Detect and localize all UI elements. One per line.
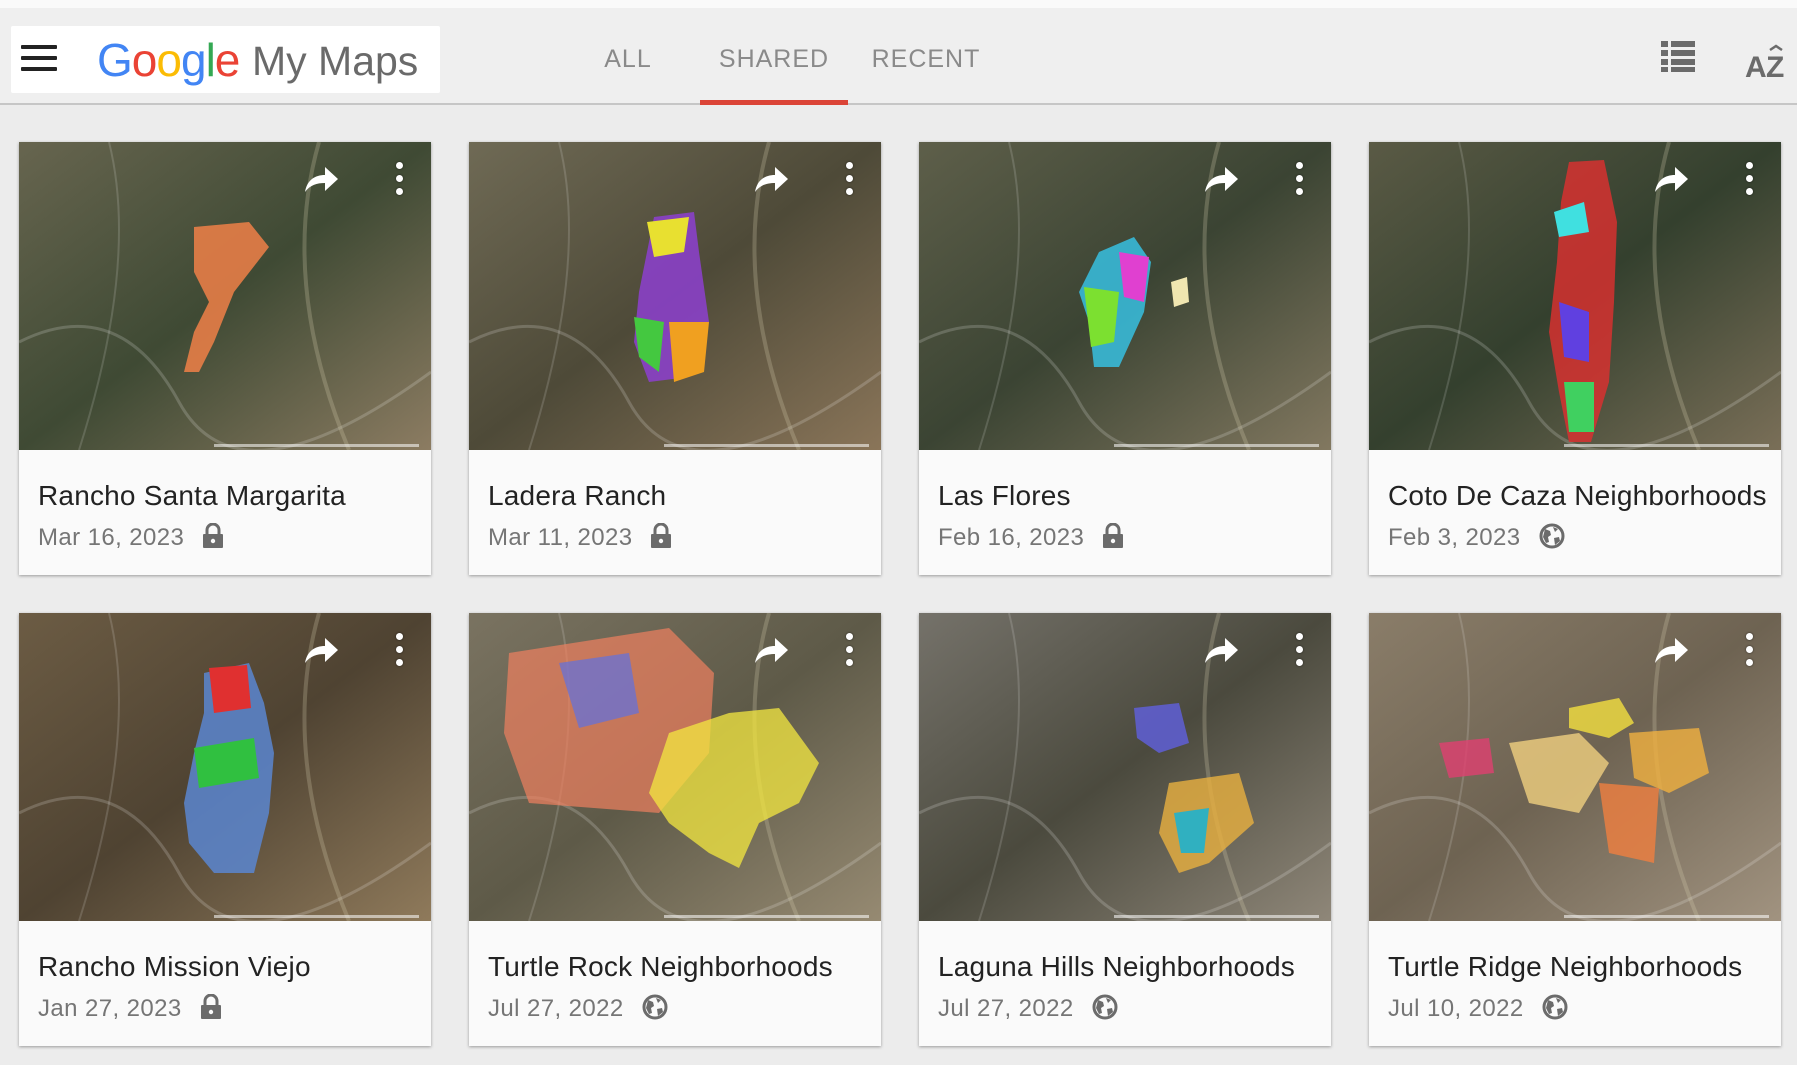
google-logo[interactable]: Google <box>97 32 240 88</box>
map-thumbnail[interactable] <box>1369 142 1781 450</box>
tab-recent[interactable]: RECENT <box>864 8 988 103</box>
map-title[interactable]: Rancho Mission Viejo <box>38 951 311 983</box>
map-meta: Jul 10, 2022 <box>1388 993 1568 1025</box>
map-title[interactable]: Rancho Santa Margarita <box>38 480 346 512</box>
map-date: Jul 27, 2022 <box>488 995 624 1022</box>
map-meta: Jul 27, 2022 <box>488 993 668 1025</box>
svg-text:Z: Z <box>1766 51 1784 82</box>
map-date: Mar 11, 2023 <box>488 524 633 551</box>
brand-box: Google My Maps <box>11 26 440 93</box>
map-meta: Feb 3, 2023 <box>1388 522 1564 554</box>
lock-icon <box>202 522 224 549</box>
map-meta: Mar 16, 2023 <box>38 522 224 554</box>
map-card[interactable]: Turtle Ridge Neighborhoods Jul 10, 2022 <box>1369 613 1781 1046</box>
map-date: Feb 16, 2023 <box>938 524 1085 551</box>
map-date: Jan 27, 2023 <box>38 995 182 1022</box>
map-thumbnail[interactable] <box>919 142 1331 450</box>
map-scale-bar <box>664 444 869 447</box>
svg-text:A: A <box>1745 51 1766 82</box>
more-options-icon[interactable] <box>1741 162 1757 202</box>
globe-icon <box>1092 994 1118 1020</box>
more-options-icon[interactable] <box>1291 633 1307 673</box>
sort-az-icon[interactable]: A Z <box>1745 44 1789 84</box>
share-icon[interactable] <box>1651 633 1691 669</box>
map-date: Jul 27, 2022 <box>938 995 1074 1022</box>
map-card[interactable]: Turtle Rock Neighborhoods Jul 27, 2022 <box>469 613 881 1046</box>
map-title[interactable]: Las Flores <box>938 480 1071 512</box>
menu-icon[interactable] <box>21 43 57 73</box>
map-card[interactable]: Las Flores Feb 16, 2023 <box>919 142 1331 575</box>
share-icon[interactable] <box>301 162 341 198</box>
map-card[interactable]: Coto De Caza Neighborhoods Feb 3, 2023 <box>1369 142 1781 575</box>
lock-icon <box>200 993 222 1020</box>
map-card[interactable]: Ladera Ranch Mar 11, 2023 <box>469 142 881 575</box>
list-view-icon[interactable] <box>1661 41 1695 72</box>
map-thumbnail[interactable] <box>469 142 881 450</box>
map-card[interactable]: Laguna Hills Neighborhoods Jul 27, 2022 <box>919 613 1331 1046</box>
map-title[interactable]: Turtle Ridge Neighborhoods <box>1388 951 1742 983</box>
map-date: Jul 10, 2022 <box>1388 995 1524 1022</box>
map-thumbnail[interactable] <box>469 613 881 921</box>
map-meta: Feb 16, 2023 <box>938 522 1124 554</box>
map-meta: Jan 27, 2023 <box>38 993 222 1025</box>
map-card[interactable]: Rancho Santa Margarita Mar 16, 2023 <box>19 142 431 575</box>
map-thumbnail[interactable] <box>19 613 431 921</box>
tab-shared[interactable]: SHARED <box>700 8 848 105</box>
map-meta: Mar 11, 2023 <box>488 522 672 554</box>
map-card[interactable]: Rancho Mission Viejo Jan 27, 2023 <box>19 613 431 1046</box>
lock-icon <box>650 522 672 549</box>
map-date: Feb 3, 2023 <box>1388 524 1521 551</box>
map-scale-bar <box>1564 444 1769 447</box>
map-title[interactable]: Coto De Caza Neighborhoods <box>1388 480 1767 512</box>
lock-icon <box>1102 522 1124 549</box>
share-icon[interactable] <box>1201 162 1241 198</box>
app-header: Google My Maps ALL SHARED RECENT A Z <box>0 8 1797 105</box>
share-icon[interactable] <box>1651 162 1691 198</box>
map-scale-bar <box>1114 915 1319 918</box>
map-meta: Jul 27, 2022 <box>938 993 1118 1025</box>
more-options-icon[interactable] <box>1291 162 1307 202</box>
map-scale-bar <box>214 915 419 918</box>
share-icon[interactable] <box>751 162 791 198</box>
map-date: Mar 16, 2023 <box>38 524 185 551</box>
globe-icon <box>1542 994 1568 1020</box>
share-icon[interactable] <box>751 633 791 669</box>
map-scale-bar <box>1114 444 1319 447</box>
more-options-icon[interactable] <box>391 162 407 202</box>
map-thumbnail[interactable] <box>1369 613 1781 921</box>
globe-icon <box>642 994 668 1020</box>
top-strip <box>0 0 1797 8</box>
map-title[interactable]: Laguna Hills Neighborhoods <box>938 951 1295 983</box>
map-scale-bar <box>214 444 419 447</box>
tab-all[interactable]: ALL <box>584 8 672 103</box>
more-options-icon[interactable] <box>841 633 857 673</box>
map-thumbnail[interactable] <box>19 142 431 450</box>
map-thumbnail[interactable] <box>919 613 1331 921</box>
share-icon[interactable] <box>1201 633 1241 669</box>
map-title[interactable]: Ladera Ranch <box>488 480 666 512</box>
more-options-icon[interactable] <box>841 162 857 202</box>
map-scale-bar <box>664 915 869 918</box>
share-icon[interactable] <box>301 633 341 669</box>
more-options-icon[interactable] <box>1741 633 1757 673</box>
more-options-icon[interactable] <box>391 633 407 673</box>
map-scale-bar <box>1564 915 1769 918</box>
globe-icon <box>1539 523 1564 549</box>
app-name: My Maps <box>252 38 419 84</box>
map-title[interactable]: Turtle Rock Neighborhoods <box>488 951 833 983</box>
